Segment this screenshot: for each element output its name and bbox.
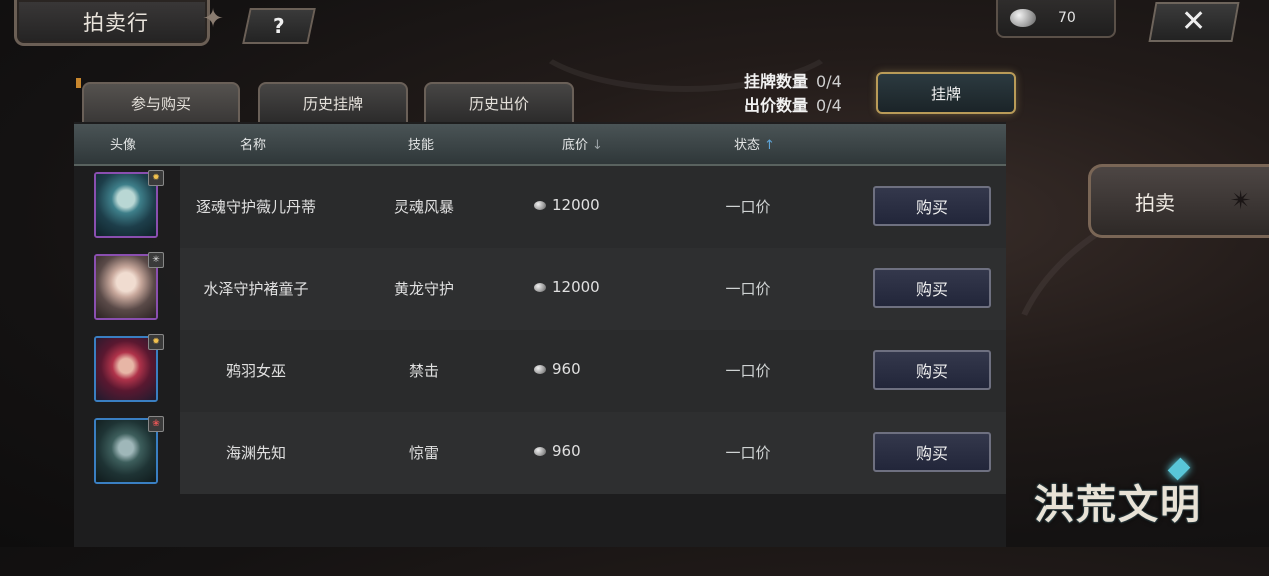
currency-value: 70 [1058,10,1076,26]
hero-name: 鸦羽女巫 [225,362,286,380]
sale-status: 一口价 [725,198,771,216]
currency-display: 70 [996,0,1116,38]
rank-badge-icon: ✹ [148,334,164,350]
buy-button[interactable]: 购买 [873,268,991,308]
table-row: ✹ 鸦羽女巫 禁击 960 一口价 购买 [74,330,1006,412]
page-title-box: 拍卖行 [14,0,210,46]
help-label: ? [273,14,285,38]
coin-icon [1010,9,1036,27]
sale-status: 一口价 [725,280,771,298]
page-title: 拍卖行 [83,10,149,35]
tab-history-listing[interactable]: 历史挂牌 [258,82,408,122]
table-header: 头像 名称 技能 底价 ↓ 状态 ↑ [74,124,1006,166]
hero-name: 海渊先知 [225,444,286,462]
help-button[interactable]: ? [242,8,316,44]
price-value: 12000 [552,196,600,214]
buy-button[interactable]: 购买 [873,350,991,390]
bid-count-value: 0/4 [816,96,842,115]
price-cell: 12000 [534,196,600,214]
sort-up-icon: ↑ [764,138,775,153]
rank-badge-icon: ❀ [148,416,164,432]
hero-skill: 灵魂风暴 [393,198,454,216]
hero-skill: 禁击 [408,362,439,380]
avatar-image [96,174,156,236]
avatar-image [96,420,156,482]
hero-skill: 惊雷 [408,444,439,462]
tab-history-bid[interactable]: 历史出价 [424,82,574,122]
coin-icon [534,200,546,210]
listing-count-label: 挂牌数量 [744,72,809,91]
hero-name: 逐魂守护薇儿丹蒂 [195,198,316,216]
table-row: ❀ 海渊先知 惊雷 960 一口价 购买 [74,412,1006,494]
table-row: ✳ 水泽守护褚童子 黄龙守护 12000 一口价 购买 [74,248,1006,330]
tab-participate-buy[interactable]: 参与购买 [82,82,240,122]
sort-down-icon: ↓ [592,138,603,153]
column-price: 底价 [562,138,589,153]
column-skill: 技能 [408,138,435,153]
column-avatar: 头像 [110,138,137,153]
column-status-sort[interactable]: 状态 ↑ [734,134,775,153]
price-value: 960 [552,360,581,378]
hero-skill: 黄龙守护 [393,280,454,298]
close-button[interactable]: ✕ [1148,2,1240,42]
compass-icon: ✴ [1230,186,1252,216]
table-row: ✹ 逐魂守护薇儿丹蒂 灵魂风暴 12000 一口价 购买 [74,166,1006,248]
game-logo: 洪荒文明 [1034,481,1202,528]
listing-counters: 挂牌数量 0/4 出价数量 0/4 [744,70,842,118]
column-status: 状态 [734,138,761,153]
price-cell: 12000 [534,278,600,296]
coin-icon [534,282,546,292]
rank-badge-icon: ✹ [148,170,164,186]
sale-status: 一口价 [725,444,771,462]
buy-button[interactable]: 购买 [873,186,991,226]
list-item-button[interactable]: 挂牌 [876,72,1016,114]
buy-button[interactable]: 购买 [873,432,991,472]
tab-marker [76,78,81,88]
close-icon: ✕ [1181,4,1207,39]
avatar-image [96,338,156,400]
column-name: 名称 [240,138,267,153]
rank-badge-icon: ✳ [148,252,164,268]
coin-icon [534,446,546,456]
price-value: 12000 [552,278,600,296]
bid-count-label: 出价数量 [744,96,809,115]
hero-name: 水泽守护褚童子 [203,280,309,298]
column-price-sort[interactable]: 底价 ↓ [562,134,603,153]
listing-count-value: 0/4 [816,72,842,91]
price-cell: 960 [534,442,581,460]
avatar-image [96,256,156,318]
price-cell: 960 [534,360,581,378]
sale-status: 一口价 [725,362,771,380]
coin-icon [534,364,546,374]
price-value: 960 [552,442,581,460]
ornament-icon: ✦ [202,4,224,34]
